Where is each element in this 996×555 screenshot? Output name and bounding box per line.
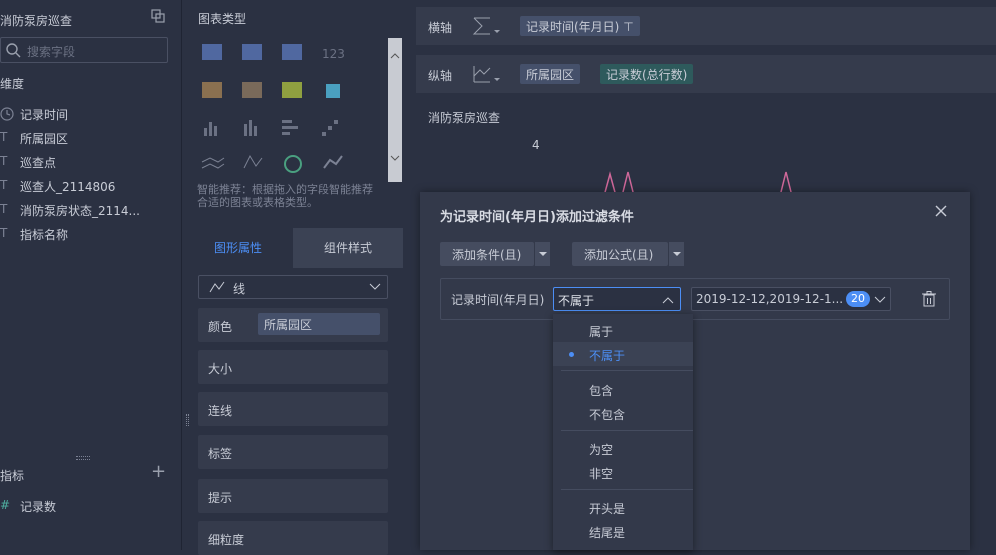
y-axis-shelf[interactable]: 纵轴 所属园区 记录数(总行数) xyxy=(416,55,996,93)
chart-type-scrollbar[interactable] xyxy=(388,38,402,182)
chevron-up-icon xyxy=(662,297,674,304)
x-axis-field-pill[interactable]: 记录时间(年月日) ⊤ xyxy=(520,16,640,36)
measure-heading: 指标 xyxy=(0,469,25,483)
prop-color[interactable]: 颜色 所属园区 xyxy=(198,308,388,342)
area-chart-icon xyxy=(323,155,343,169)
option-ends-with[interactable]: 结尾是 xyxy=(553,519,693,543)
crosstab-chart-icon xyxy=(242,44,262,60)
dataset-title: 消防泵房巡查 xyxy=(0,14,73,28)
panel-resize-handle[interactable] xyxy=(186,414,189,426)
text-type-icon: T xyxy=(0,130,8,144)
clock-icon xyxy=(0,107,14,121)
add-measure-button[interactable]: + xyxy=(151,461,166,482)
option-not-contains[interactable]: 不包含 xyxy=(553,401,693,425)
prop-connect[interactable]: 连线 xyxy=(198,392,388,426)
prop-label[interactable]: 标签 xyxy=(198,435,388,469)
polyline-chart-icon xyxy=(243,154,263,169)
operator-dropdown-menu: 属于 不属于 包含 不包含 为空 非空 开头是 结尾是 xyxy=(553,314,693,550)
y-axis-tick: 4 xyxy=(532,138,540,152)
smart-recommend-tip: 智能推荐：根据拖入的字段智能推荐合适的图表或表格类型。 xyxy=(197,183,373,209)
chart-type-heading: 图表类型 xyxy=(198,12,247,26)
menu-divider xyxy=(561,430,693,431)
option-is-empty[interactable]: 为空 xyxy=(553,436,693,460)
measure-item-record-count[interactable]: # 记录数 xyxy=(0,498,56,518)
value-select[interactable]: 2019-12-12,2019-12-1... 20 xyxy=(691,287,891,311)
highlight-table-icon xyxy=(242,82,262,98)
operator-select[interactable]: 不属于 xyxy=(553,287,681,311)
mark-type-select[interactable]: 线 xyxy=(198,275,388,299)
search-icon xyxy=(6,43,21,58)
line-chart-icon xyxy=(201,157,225,169)
tab-component-style[interactable]: 组件样式 xyxy=(293,228,403,268)
dialog-title: 为记录时间(年月日)添加过滤条件 xyxy=(440,210,634,225)
dimension-item-checkpoint[interactable]: T 巡查点 xyxy=(0,154,56,174)
field-search[interactable]: 搜索字段 xyxy=(0,37,168,63)
close-icon[interactable] xyxy=(934,204,948,218)
text-type-icon: T xyxy=(0,154,8,168)
filter-icon: ⊤ xyxy=(623,20,634,34)
option-starts-with[interactable]: 开头是 xyxy=(553,495,693,519)
prop-tooltip[interactable]: 提示 xyxy=(198,479,388,513)
condition-field-label: 记录时间(年月日) xyxy=(451,293,545,307)
chart-type-grid: 123 xyxy=(201,44,345,173)
copy-icon[interactable] xyxy=(150,8,166,24)
menu-divider xyxy=(561,370,693,371)
y-axis-field-pill-park[interactable]: 所属园区 xyxy=(520,64,581,84)
chevron-down-icon xyxy=(369,283,381,290)
dimension-heading: 维度 xyxy=(0,77,25,91)
x-axis-shelf[interactable]: 横轴 记录时间(年月日) ⊤ xyxy=(416,7,996,45)
filter-condition-row: 记录时间(年月日) 不属于 2019-12-12,2019-12-1... 20 xyxy=(440,278,950,320)
add-formula-button[interactable]: 添加公式(且) xyxy=(572,242,668,266)
radar-chart-icon xyxy=(284,155,302,173)
kpi-number-icon: 123 xyxy=(322,47,345,61)
caret-down-icon xyxy=(673,252,681,256)
value-count-badge: 20 xyxy=(846,291,870,307)
prop-size[interactable]: 大小 xyxy=(198,350,388,384)
y-axis-sort-icon[interactable] xyxy=(472,64,502,86)
line-mark-icon xyxy=(209,281,225,293)
search-placeholder: 搜索字段 xyxy=(27,45,76,59)
resize-handle[interactable] xyxy=(76,456,90,460)
y-axis-field-pill-count[interactable]: 记录数(总行数) xyxy=(600,64,694,84)
option-not-belongs[interactable]: 不属于 xyxy=(553,342,693,366)
chevron-down-icon xyxy=(874,296,886,303)
option-not-empty[interactable]: 非空 xyxy=(553,460,693,484)
filter-dialog: 为记录时间(年月日)添加过滤条件 添加条件(且) 添加公式(且) 记录时间(年月… xyxy=(420,192,970,550)
tab-graph-props[interactable]: 图形属性 xyxy=(183,228,293,268)
detail-table-icon xyxy=(282,44,302,60)
property-tabs: 图形属性 组件样式 xyxy=(183,228,403,268)
dot-matrix-icon xyxy=(326,84,340,98)
text-type-icon: T xyxy=(0,178,8,192)
dimension-item-pump-status[interactable]: T 消防泵房状态_2114... xyxy=(0,202,140,222)
x-axis-sort-icon[interactable] xyxy=(472,16,502,38)
table-chart-icon xyxy=(202,44,222,60)
dimension-item-indicator-name[interactable]: T 指标名称 xyxy=(0,226,68,246)
menu-divider xyxy=(561,489,693,490)
add-condition-dropdown[interactable] xyxy=(534,242,550,266)
caret-down-icon xyxy=(539,252,547,256)
dimension-item-inspector[interactable]: T 巡查人_2114806 xyxy=(0,178,115,198)
option-contains[interactable]: 包含 xyxy=(553,377,693,401)
heat-table-icon xyxy=(202,82,222,98)
field-panel: 消防泵房巡查 搜索字段 维度 记录时间 T 所属园区 T 巡查点 T 巡查人_2… xyxy=(0,0,182,550)
text-type-icon: T xyxy=(0,226,8,240)
add-formula-dropdown[interactable] xyxy=(668,242,684,266)
selected-dot-icon xyxy=(569,352,574,357)
add-condition-button[interactable]: 添加条件(且) xyxy=(440,242,534,266)
hash-icon: # xyxy=(0,498,11,512)
color-field-tag[interactable]: 所属园区 xyxy=(258,313,380,335)
dimension-item-park[interactable]: T 所属园区 xyxy=(0,130,68,150)
text-type-icon: T xyxy=(0,202,8,216)
chart-config-panel: 图表类型 123 智能推荐：根据拖入的字段智能推荐合适的图表或表格类型。 图形属… xyxy=(183,0,403,555)
heatmap-icon xyxy=(282,82,302,98)
option-belongs[interactable]: 属于 xyxy=(553,318,693,342)
chart-title: 消防泵房巡查 xyxy=(428,111,501,125)
delete-icon[interactable] xyxy=(921,291,937,307)
